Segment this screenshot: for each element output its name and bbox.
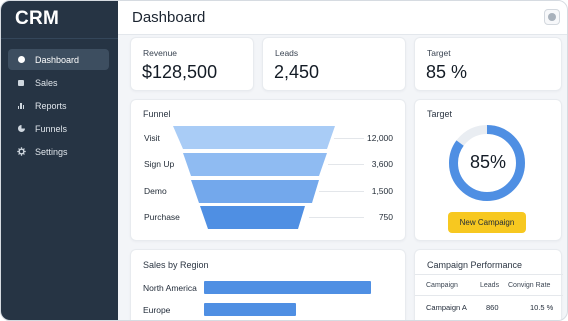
funnel-stage-value: 12,000 [367, 133, 393, 143]
sidebar-item-settings[interactable]: Settings [8, 141, 109, 162]
sidebar-item-label: Funnels [35, 123, 68, 134]
avatar-icon [548, 13, 556, 21]
top-bar: Dashboard [118, 1, 567, 35]
pie-icon [16, 124, 26, 134]
sidebar-nav: Dashboard Sales Reports Funnels Settings [8, 49, 109, 164]
kpi-label: Revenue [143, 48, 178, 58]
sidebar-item-funnels[interactable]: Funnels [8, 118, 109, 139]
card-title: Funnel [143, 109, 171, 119]
brand-logo: CRM [15, 8, 60, 29]
cell-rate: 10.5 % [530, 303, 554, 312]
campaign-performance-card: Campaign Performance Campaign Leads Conv… [414, 249, 563, 320]
kpi-label: Leads [275, 48, 299, 58]
column-header-campaign: Campaign [426, 282, 458, 289]
sidebar-item-label: Settings [35, 146, 68, 157]
column-header-leads: Leads [480, 282, 500, 289]
sidebar-item-sales[interactable]: Sales [8, 72, 109, 93]
funnel-stage-signup [183, 153, 327, 176]
region-bar-europe [204, 303, 296, 316]
bar-chart-icon [16, 101, 26, 111]
funnel-stage-label: Sign Up [144, 159, 175, 169]
sidebar-item-label: Sales [35, 77, 58, 88]
kpi-card-target: Target 85 % [414, 37, 562, 91]
region-label: Europe [143, 305, 171, 315]
funnel-stage-purchase [200, 206, 305, 229]
new-campaign-button[interactable]: New Campaign [448, 212, 526, 233]
region-bar-north-america [204, 281, 371, 294]
funnel-leader-line [334, 138, 364, 139]
square-icon [16, 78, 26, 88]
sidebar-item-reports[interactable]: Reports [8, 95, 109, 116]
card-title: Target [427, 109, 453, 119]
funnel-stage-demo [191, 180, 319, 203]
kpi-value: 85 % [426, 62, 468, 82]
kpi-card-revenue: Revenue $128,500 [130, 37, 254, 91]
sidebar-item-label: Reports [35, 100, 67, 111]
donut-percent-label: 85% [470, 152, 507, 172]
user-menu-button[interactable] [544, 9, 560, 25]
funnel-stage-value: 750 [378, 212, 393, 222]
kpi-label: Target [427, 48, 451, 58]
page-title: Dashboard [132, 9, 206, 26]
card-title: Sales by Region [143, 260, 209, 270]
sidebar-item-label: Dashboard [35, 54, 80, 65]
cell-campaign: Campaign A [426, 303, 467, 312]
gear-icon [16, 147, 26, 157]
funnel-stage-label: Demo [144, 186, 167, 196]
cell-leads: 860 [486, 303, 499, 312]
funnel-card: Funnel Visit Sign Up Demo Purchase 12,00… [130, 99, 406, 241]
card-title: Campaign Performance [427, 260, 523, 270]
app-window: CRM Dashboard Sales Reports Funnels Sett… [0, 0, 568, 321]
funnel-stage-label: Visit [144, 133, 160, 143]
column-header-rate: Convign Rate [508, 282, 551, 289]
funnel-stage-visit [173, 126, 335, 149]
funnel-chart [173, 126, 335, 229]
sidebar: CRM Dashboard Sales Reports Funnels Sett… [1, 1, 118, 320]
kpi-value: 2,450 [274, 62, 320, 82]
table-divider [415, 295, 563, 296]
funnel-stage-value: 3,600 [371, 159, 393, 169]
kpi-card-leads: Leads 2,450 [262, 37, 406, 91]
table-divider [415, 274, 563, 275]
region-label: North America [143, 283, 197, 293]
sales-by-region-card: Sales by Region North America Europe [130, 249, 406, 320]
funnel-stage-value: 1,500 [371, 186, 393, 196]
sidebar-item-dashboard[interactable]: Dashboard [8, 49, 109, 70]
kpi-value: $128,500 [142, 62, 218, 82]
sidebar-divider [1, 38, 118, 39]
circle-icon [16, 55, 26, 65]
target-card: Target 85% New Campaign [414, 99, 562, 241]
